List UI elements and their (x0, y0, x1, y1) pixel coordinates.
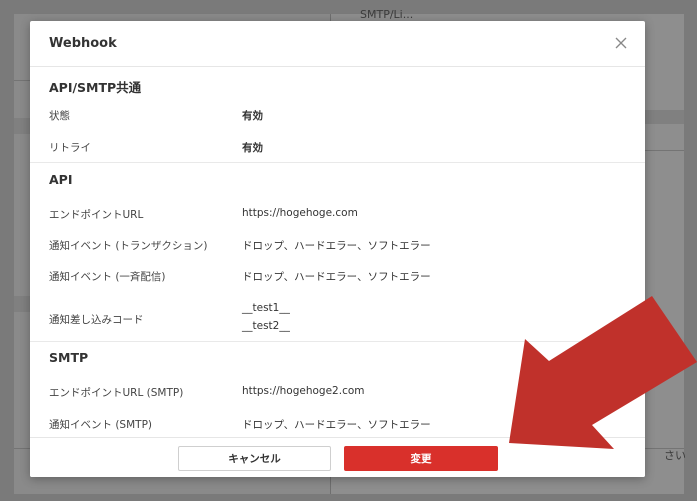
background-text: さい (664, 449, 686, 462)
modal-footer: キャンセル 変更 (30, 437, 645, 477)
row-value-insert-code-1: __test1__ (242, 302, 290, 314)
section-title-smtp: SMTP (49, 350, 89, 365)
webhook-modal: Webhook API/SMTP共通 状態 有効 リトライ 有効 API エンド… (30, 21, 645, 477)
row-label-retry: リトライ (49, 142, 91, 154)
row-label-event-smtp: 通知イベント (SMTP) (49, 419, 153, 431)
section-divider (30, 341, 645, 342)
row-label-status: 状態 (49, 110, 70, 122)
row-label-event-broadcast: 通知イベント (一斉配信) (49, 271, 166, 283)
row-label-event-transaction: 通知イベント (トランザクション) (49, 240, 208, 252)
row-value-endpoint-url-smtp: https://hogehoge2.com (242, 385, 365, 397)
row-label-endpoint-url-smtp: エンドポイントURL (SMTP) (49, 387, 184, 399)
section-title-common: API/SMTP共通 (49, 80, 142, 95)
row-value-insert-code-2: __test2__ (242, 320, 290, 332)
section-title-api: API (49, 172, 73, 187)
modal-header: Webhook (30, 21, 645, 67)
close-icon (615, 37, 627, 49)
background-heading: SMTP/Li... (360, 8, 414, 21)
row-value-endpoint-url: https://hogehoge.com (242, 207, 358, 219)
row-value-status: 有効 (242, 110, 263, 122)
row-value-event-smtp: ドロップ、ハードエラー、ソフトエラー (242, 419, 431, 431)
close-button[interactable] (611, 33, 631, 53)
row-value-event-broadcast: ドロップ、ハードエラー、ソフトエラー (242, 271, 431, 283)
cancel-button[interactable]: キャンセル (178, 446, 331, 471)
row-value-retry: 有効 (242, 142, 263, 154)
row-label-endpoint-url: エンドポイントURL (49, 209, 144, 221)
row-value-event-transaction: ドロップ、ハードエラー、ソフトエラー (242, 240, 431, 252)
modal-title: Webhook (49, 36, 117, 51)
section-divider (30, 162, 645, 163)
row-label-insert-code: 通知差し込みコード (49, 314, 144, 326)
change-button[interactable]: 変更 (344, 446, 498, 471)
